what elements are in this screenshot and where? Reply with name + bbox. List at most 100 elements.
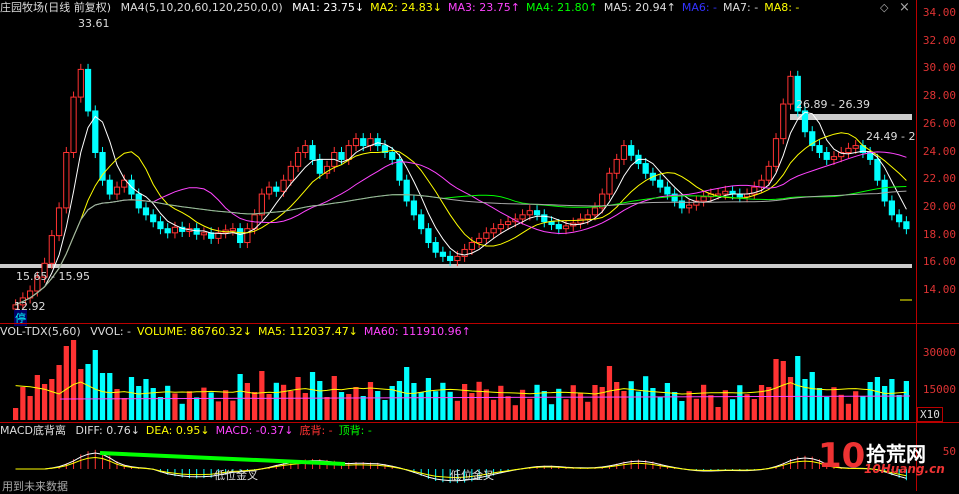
price-panel[interactable]: 庄园牧场(日线 前复权) MA4(5,10,20,60,120,250,0,0)… bbox=[0, 0, 916, 326]
volume-bar bbox=[63, 346, 69, 420]
candle-body bbox=[280, 179, 287, 192]
volume-bar bbox=[563, 399, 569, 420]
candle-body bbox=[758, 179, 765, 188]
volume-bar bbox=[389, 386, 395, 420]
candle-body bbox=[874, 158, 881, 181]
candle-body bbox=[84, 68, 92, 112]
candle-body bbox=[338, 152, 345, 160]
candle-body bbox=[903, 221, 910, 230]
volume-bar bbox=[186, 391, 193, 420]
candle-body bbox=[294, 152, 302, 167]
volume-bar bbox=[483, 389, 489, 420]
volume-bar bbox=[715, 407, 721, 420]
price-tick: 18.00 bbox=[922, 227, 956, 241]
candle-body bbox=[309, 145, 316, 160]
candle-body bbox=[787, 75, 794, 105]
price-tick: 22.00 bbox=[922, 172, 956, 186]
volume-bar bbox=[635, 391, 642, 420]
candle-body bbox=[830, 156, 838, 160]
high-price-label: 33.61 bbox=[78, 17, 110, 30]
volume-ma5-line bbox=[15, 381, 907, 395]
diamond-icon[interactable]: ◇ bbox=[880, 1, 888, 14]
candle-body bbox=[555, 224, 562, 230]
volume-bar bbox=[78, 369, 84, 420]
volume-chart[interactable] bbox=[0, 324, 916, 422]
candle-body bbox=[780, 103, 787, 140]
volume-bar bbox=[527, 398, 533, 420]
golden-cross-label-1: 低位金叉 bbox=[214, 469, 258, 482]
price-tick: 16.00 bbox=[922, 255, 956, 269]
candle-body bbox=[700, 196, 707, 202]
volume-bar bbox=[838, 394, 844, 420]
candle-body bbox=[113, 186, 121, 195]
candle-body bbox=[468, 242, 475, 250]
candle-body bbox=[48, 235, 55, 264]
volume-panel[interactable]: VOL-TDX(5,60) VVOL: - VOLUME: 86760.32↓ MA… bbox=[0, 324, 916, 422]
volume-bar bbox=[215, 401, 222, 420]
volume-bar bbox=[411, 383, 417, 420]
volume-bar bbox=[751, 399, 757, 420]
candle-body bbox=[200, 232, 208, 236]
volume-bar bbox=[34, 375, 40, 420]
candle-body bbox=[852, 145, 859, 149]
price-tick: 28.00 bbox=[922, 89, 956, 103]
volume-bar bbox=[882, 386, 888, 420]
volume-bar bbox=[418, 392, 424, 420]
candle-body bbox=[258, 193, 265, 216]
candlestick-chart[interactable] bbox=[0, 0, 916, 323]
volume-bar bbox=[360, 396, 366, 420]
candle-body bbox=[490, 228, 497, 234]
volume-bar bbox=[512, 405, 518, 420]
resistance-band bbox=[790, 114, 912, 120]
volume-bar bbox=[70, 340, 77, 420]
candle-body bbox=[722, 190, 729, 195]
candle-body bbox=[432, 242, 439, 253]
candle-body bbox=[389, 152, 396, 160]
volume-bar bbox=[686, 391, 692, 420]
resistance-band-label: 26.89 - 26.39 bbox=[796, 98, 870, 111]
price-tick: 20.00 bbox=[922, 199, 956, 213]
close-icon[interactable]: × bbox=[899, 0, 910, 15]
candle-body bbox=[237, 228, 244, 244]
candle-body bbox=[562, 225, 570, 230]
volume-bar bbox=[425, 378, 432, 420]
candle-body bbox=[63, 152, 70, 209]
volume-bar bbox=[679, 401, 685, 420]
volume-bar bbox=[816, 388, 823, 420]
candle-body bbox=[606, 172, 613, 195]
candle-body bbox=[265, 186, 273, 195]
candle-body bbox=[287, 165, 294, 181]
candle-body bbox=[497, 224, 504, 230]
volume-bar bbox=[447, 391, 453, 420]
volume-bar bbox=[85, 364, 91, 420]
volume-bar bbox=[114, 389, 120, 420]
volume-bar bbox=[664, 383, 671, 420]
macd-panel[interactable]: MACD底背离 DIFF: 0.76↓ DEA: 0.95↓ MACD: -0.37… bbox=[0, 423, 916, 493]
volume-bar bbox=[302, 393, 308, 420]
vol-unit: X10 bbox=[917, 407, 943, 422]
price-tick: 24.00 bbox=[922, 144, 956, 158]
candle-body bbox=[642, 163, 649, 174]
candle-body bbox=[888, 200, 896, 216]
volume-bar bbox=[585, 401, 591, 420]
volume-bar bbox=[672, 392, 678, 420]
candle-body bbox=[164, 228, 171, 234]
volume-bar bbox=[874, 377, 881, 420]
candle-body bbox=[772, 138, 780, 167]
vol-tick-30000: 30000 bbox=[922, 346, 956, 359]
candle-body bbox=[881, 179, 888, 202]
candle-body bbox=[823, 152, 830, 160]
candle-body bbox=[548, 221, 555, 226]
candle-body bbox=[845, 147, 852, 154]
volume-bar bbox=[643, 376, 649, 420]
volume-bar bbox=[237, 374, 243, 420]
volume-bar bbox=[244, 383, 250, 420]
candle-body bbox=[475, 237, 483, 244]
candle-body bbox=[193, 228, 200, 235]
candle-body bbox=[150, 214, 157, 223]
candle-body bbox=[403, 179, 410, 202]
candle-body bbox=[410, 200, 418, 216]
price-axis: 34.00 32.00 30.00 28.00 26.00 24.00 22.00 20.00… bbox=[916, 0, 959, 323]
volume-bar bbox=[462, 384, 468, 420]
volume-bar bbox=[288, 391, 294, 420]
